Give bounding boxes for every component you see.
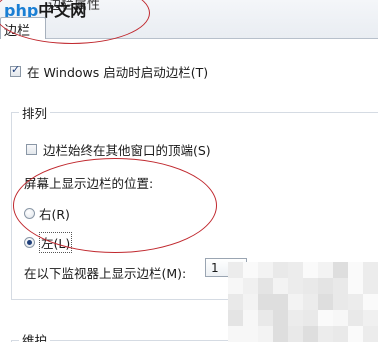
- mosaic-tile: [303, 278, 318, 294]
- mosaic-tile: [258, 278, 273, 294]
- mosaic-tile: [303, 326, 318, 342]
- mosaic-tile: [228, 278, 243, 294]
- mosaic-tile: [333, 294, 348, 310]
- mosaic-tile: [228, 294, 243, 310]
- mosaic-tile: [288, 294, 303, 310]
- mosaic-tile: [363, 310, 378, 326]
- mosaic-tile: [348, 262, 363, 278]
- startup-checkbox[interactable]: [10, 63, 21, 77]
- mosaic-tile: [228, 326, 243, 342]
- mosaic-tile: [288, 278, 303, 294]
- mosaic-tile: [288, 310, 303, 326]
- tab-sidebar-label: 边栏: [4, 24, 31, 39]
- mosaic-tile: [243, 262, 258, 278]
- mosaic-tile: [273, 326, 288, 342]
- mosaic-tile: [318, 294, 333, 310]
- startup-checkbox-row[interactable]: 在 Windows 启动时启动边栏(T): [10, 62, 208, 81]
- mosaic-tile: [333, 326, 348, 342]
- mosaic-tile: [348, 310, 363, 326]
- mosaic-tile: [288, 262, 303, 278]
- mosaic-tile: [348, 326, 363, 342]
- mosaic-tile: [318, 262, 333, 278]
- tab-sidebar[interactable]: 边栏: [0, 17, 46, 39]
- radio-left[interactable]: [24, 237, 35, 248]
- mosaic-tile: [243, 326, 258, 342]
- mosaic-tile: [243, 294, 258, 310]
- mosaic-tile: [363, 294, 378, 310]
- mosaic-tile: [333, 310, 348, 326]
- radio-left-label: 左(L): [39, 232, 73, 253]
- mosaic-tile: [288, 326, 303, 342]
- mosaic-tile: [333, 278, 348, 294]
- mosaic-tile: [303, 294, 318, 310]
- mosaic-tile: [273, 294, 288, 310]
- always-on-top-row[interactable]: 边栏始终在其他窗口的顶端(S): [26, 140, 211, 159]
- radio-right-row[interactable]: 右(R): [24, 204, 70, 223]
- mosaic-tile: [348, 278, 363, 294]
- position-label: 屏幕上显示边栏的位置:: [24, 176, 154, 191]
- mosaic-tile: [333, 262, 348, 278]
- always-on-top-label: 边栏始终在其他窗口的顶端(S): [43, 143, 211, 158]
- mosaic-tile: [303, 310, 318, 326]
- monitor-select-value: 1: [211, 260, 219, 275]
- mosaic-tile: [363, 262, 378, 278]
- window-header: 边栏属性 php中文网 边栏: [0, 0, 378, 39]
- mosaic-tile: [258, 262, 273, 278]
- mosaic-tile: [273, 310, 288, 326]
- mosaic-tile: [348, 294, 363, 310]
- mosaic-tile: [258, 294, 273, 310]
- mosaic-tile: [243, 278, 258, 294]
- mosaic-tile: [363, 278, 378, 294]
- radio-left-row[interactable]: 左(L): [24, 232, 73, 253]
- radio-right[interactable]: [24, 208, 35, 219]
- mosaic-tile: [273, 262, 288, 278]
- mosaic-tile: [363, 326, 378, 342]
- mosaic-tile: [318, 326, 333, 342]
- mosaic-tile: [243, 310, 258, 326]
- mosaic-tile: [258, 326, 273, 342]
- mosaic-tile: [273, 278, 288, 294]
- mosaic-watermark: [228, 262, 378, 342]
- mosaic-tile: [228, 310, 243, 326]
- mosaic-tile: [228, 262, 243, 278]
- mosaic-tile: [303, 262, 318, 278]
- startup-checkbox-label: 在 Windows 启动时启动边栏(T): [27, 65, 209, 80]
- radio-right-label: 右(R): [39, 207, 70, 222]
- always-on-top-checkbox[interactable]: [26, 144, 37, 155]
- mosaic-tile: [318, 278, 333, 294]
- maintenance-group-title: 维护: [19, 330, 51, 342]
- monitor-label: 在以下监视器上显示边栏(M):: [24, 266, 187, 281]
- arrange-group-title: 排列: [19, 103, 51, 122]
- mosaic-tile: [318, 310, 333, 326]
- mosaic-tile: [258, 310, 273, 326]
